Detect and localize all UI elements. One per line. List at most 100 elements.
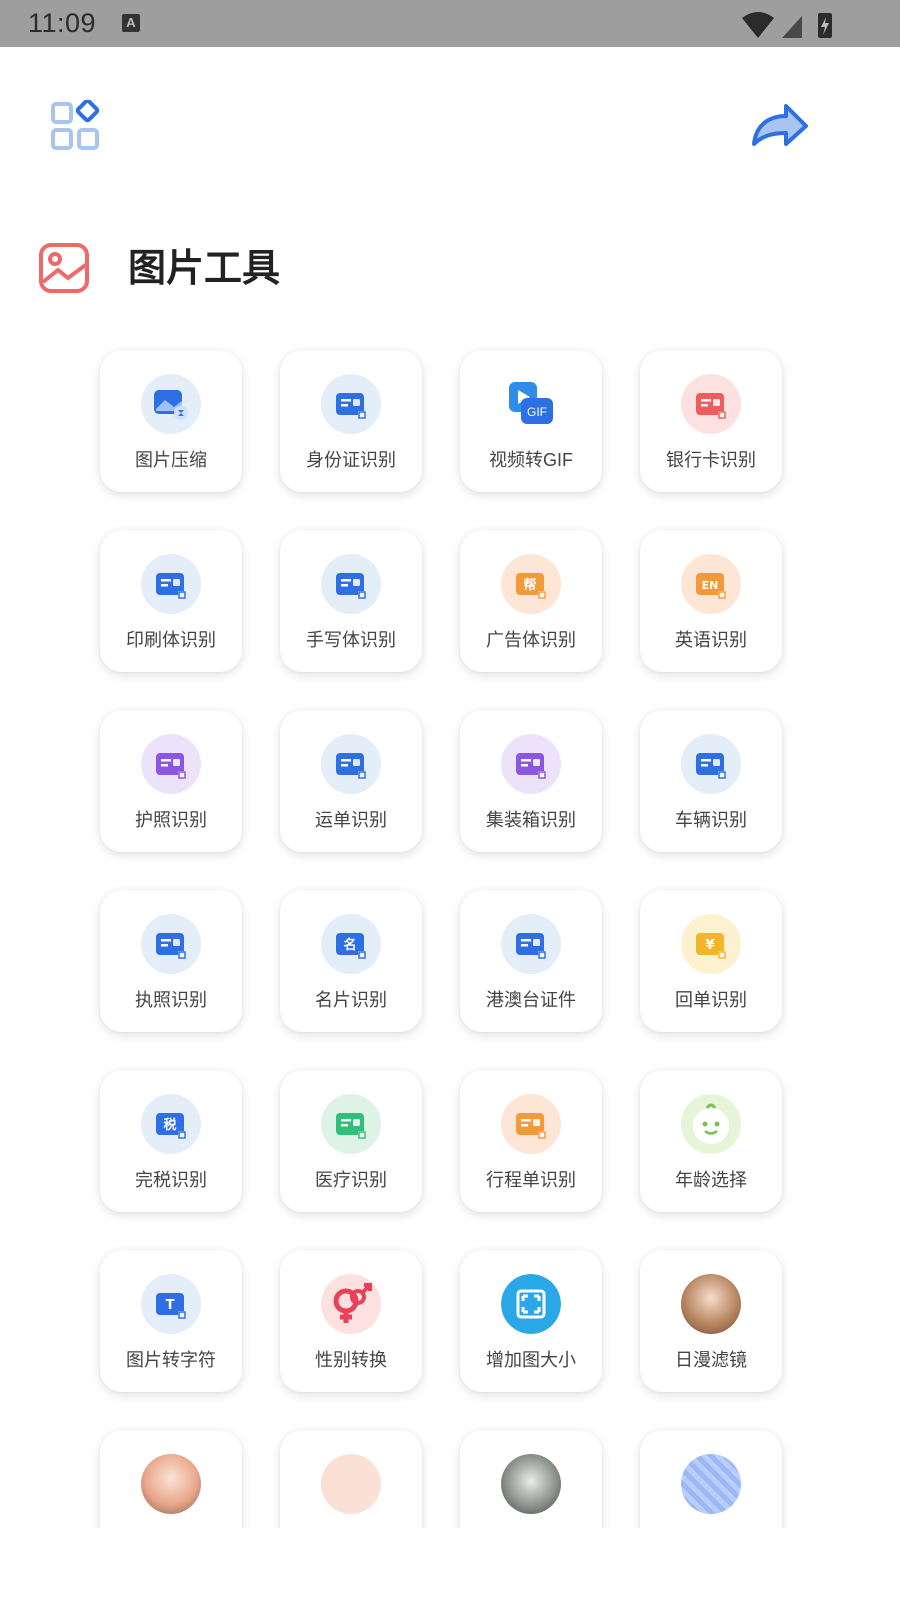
id-card-scan-icon — [321, 374, 381, 434]
tool-card[interactable]: 车辆识别 — [640, 710, 782, 852]
business-card-scan-icon: 名 — [321, 914, 381, 974]
tool-card[interactable]: 名名片识别 — [280, 890, 422, 1032]
tool-card[interactable]: ¥ 回单识别 — [640, 890, 782, 1032]
tool-card[interactable]: 税完税识别 — [100, 1070, 242, 1212]
waybill-scan-icon — [321, 734, 381, 794]
receipt-scan-icon: ¥ — [681, 914, 741, 974]
wifi-icon — [742, 12, 774, 38]
tool-card-label: 集装箱识别 — [486, 810, 576, 830]
tool-card-label: 视频转GIF — [489, 450, 573, 470]
tool-card[interactable]: 医疗识别 — [280, 1070, 422, 1212]
tax-scan-icon: 税 — [141, 1094, 201, 1154]
share-button[interactable] — [748, 100, 812, 152]
tool-card[interactable]: 帮广告体识别 — [460, 530, 602, 672]
ad-text-scan-icon: 帮 — [501, 554, 561, 614]
tool-card[interactable]: GIF 视频转GIF — [460, 350, 602, 492]
tool-grid-viewport: 图片压缩 身份证识别 GIF 视频转GIF 银行卡识别印刷体识别 手写体识别 帮广告体识别 E… — [0, 330, 900, 1528]
tool-card[interactable]: 增加图大小 — [460, 1250, 602, 1392]
tool-card-label: 广告体识别 — [486, 630, 576, 650]
tool-card[interactable]: 护照识别 — [100, 710, 242, 852]
signal-icon — [782, 16, 802, 38]
status-bar: 11:09 A — [0, 0, 900, 47]
tool-card-label: 执照识别 — [135, 990, 207, 1010]
tool-card-label: 英语识别 — [675, 630, 747, 650]
medical-scan-icon — [321, 1094, 381, 1154]
tool-grid: 图片压缩 身份证识别 GIF 视频转GIF 银行卡识别印刷体识别 手写体识别 帮广告体识别 E… — [100, 350, 782, 1528]
grid-menu-icon — [51, 98, 100, 150]
tool-card-label: 图片转字符 — [126, 1350, 216, 1370]
image-compress-icon — [141, 374, 201, 434]
section-title: 图片工具 — [128, 248, 281, 290]
license-scan-icon — [141, 914, 201, 974]
svg-text:名: 名 — [343, 937, 356, 953]
system-icons — [742, 12, 832, 38]
menu-button[interactable] — [50, 98, 104, 154]
anime-filter-thumb-icon — [681, 1274, 741, 1334]
tool-card[interactable]: 集装箱识别 — [460, 710, 602, 852]
cartoon-girl-thumb-icon — [321, 1454, 381, 1514]
svg-text:¥: ¥ — [705, 938, 714, 953]
tool-card-label: 港澳台证件 — [486, 990, 576, 1010]
share-arrow-icon — [752, 104, 808, 146]
tool-card[interactable]: 印刷体识别 — [100, 530, 242, 672]
tool-card-label: 身份证识别 — [306, 450, 396, 470]
tool-card-label: 护照识别 — [135, 810, 207, 830]
enlarge-image-icon — [501, 1274, 561, 1334]
portrait-photo-thumb-icon — [501, 1454, 561, 1514]
tool-card-label: 医疗识别 — [315, 1170, 387, 1190]
tool-card[interactable] — [280, 1430, 422, 1528]
tool-card[interactable]: 性别转换 — [280, 1250, 422, 1392]
tool-card[interactable]: 港澳台证件 — [460, 890, 602, 1032]
tool-card-label: 性别转换 — [315, 1350, 387, 1370]
notification-badge: A — [122, 14, 140, 32]
svg-text:EN: EN — [702, 579, 719, 592]
gender-swap-icon — [321, 1274, 381, 1334]
tool-card-label: 银行卡识别 — [666, 450, 756, 470]
tool-card[interactable] — [460, 1430, 602, 1528]
anime-girl-thumb-icon — [141, 1454, 201, 1514]
print-text-scan-icon — [141, 554, 201, 614]
tool-card[interactable]: 执照识别 — [100, 890, 242, 1032]
tool-card[interactable]: EN 英语识别 — [640, 530, 782, 672]
tool-card-label: 日漫滤镜 — [675, 1350, 747, 1370]
image-icon — [39, 243, 89, 293]
bank-card-scan-icon — [681, 374, 741, 434]
tool-card[interactable] — [640, 1430, 782, 1528]
tool-card-label: 印刷体识别 — [126, 630, 216, 650]
baby-face-icon — [681, 1094, 741, 1154]
tool-card[interactable]: 图片压缩 — [100, 350, 242, 492]
svg-text:税: 税 — [163, 1117, 176, 1133]
svg-text:帮: 帮 — [523, 577, 536, 593]
tool-card[interactable]: T 图片转字符 — [100, 1250, 242, 1392]
blonde-avatar-thumb-icon — [681, 1454, 741, 1514]
image-to-text-icon: T — [141, 1274, 201, 1334]
status-time: 11:09 — [28, 8, 97, 38]
video-gif-icon: GIF — [501, 374, 561, 434]
tool-card-label: 名片识别 — [315, 990, 387, 1010]
tool-card-label: 车辆识别 — [675, 810, 747, 830]
tool-card-label: 图片压缩 — [135, 450, 207, 470]
tool-card-label: 完税识别 — [135, 1170, 207, 1190]
tool-card-label: 手写体识别 — [306, 630, 396, 650]
container-scan-icon — [501, 734, 561, 794]
tool-card-label: 年龄选择 — [675, 1170, 747, 1190]
tool-card-label: 运单识别 — [315, 810, 387, 830]
handwriting-scan-icon — [321, 554, 381, 614]
tool-card-label: 回单识别 — [675, 990, 747, 1010]
tool-card[interactable]: 身份证识别 — [280, 350, 422, 492]
tool-card[interactable]: 运单识别 — [280, 710, 422, 852]
passport-scan-icon — [141, 734, 201, 794]
tool-card[interactable] — [100, 1430, 242, 1528]
itinerary-scan-icon — [501, 1094, 561, 1154]
hk-macau-tw-pass-icon — [501, 914, 561, 974]
tool-card[interactable]: 日漫滤镜 — [640, 1250, 782, 1392]
svg-text:T: T — [166, 1298, 175, 1313]
tool-card[interactable]: 年龄选择 — [640, 1070, 782, 1212]
tool-card[interactable]: 手写体识别 — [280, 530, 422, 672]
vehicle-scan-icon — [681, 734, 741, 794]
english-scan-icon: EN — [681, 554, 741, 614]
tool-card[interactable]: 行程单识别 — [460, 1070, 602, 1212]
tool-card[interactable]: 银行卡识别 — [640, 350, 782, 492]
svg-text:GIF: GIF — [527, 405, 547, 419]
tool-card-label: 增加图大小 — [486, 1350, 576, 1370]
